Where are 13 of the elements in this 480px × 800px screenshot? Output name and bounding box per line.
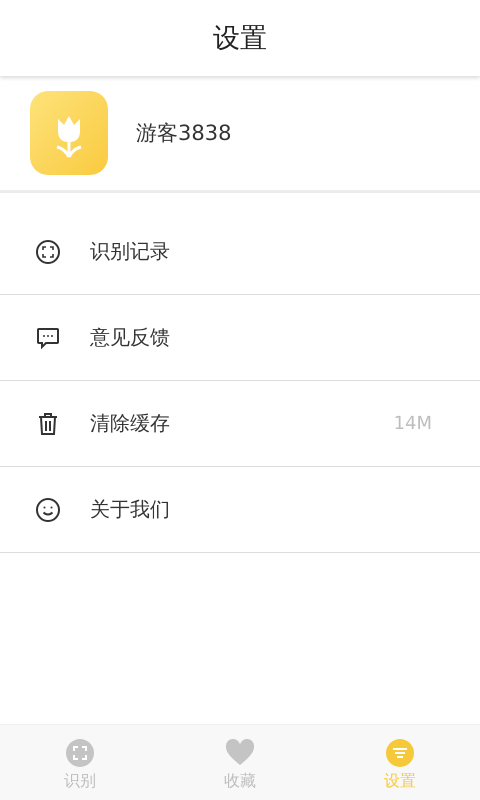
menu-item[interactable]: 识别记录 — [0, 209, 480, 295]
page-title: 设置 — [213, 22, 267, 56]
menu-item[interactable]: 意见反馈 — [0, 295, 480, 381]
menu-icon — [385, 738, 415, 768]
app-logo-icon — [30, 91, 108, 175]
cache-size: 14M — [394, 413, 432, 434]
menu-item[interactable]: 清除缓存 14M — [0, 381, 480, 467]
heart-icon — [225, 738, 255, 768]
smile-icon — [34, 496, 62, 524]
user-name: 游客3838 — [136, 120, 232, 147]
menu-item[interactable]: 关于我们 — [0, 467, 480, 553]
scan-icon — [65, 738, 95, 768]
scan-icon — [34, 238, 62, 266]
